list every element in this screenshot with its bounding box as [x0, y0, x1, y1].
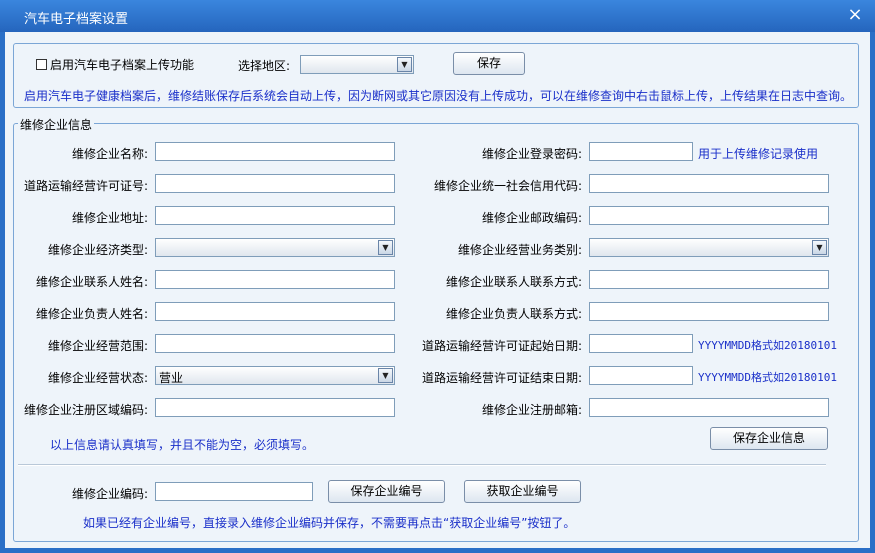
region-label: 选择地区:: [238, 59, 291, 73]
chevron-down-icon[interactable]: ▼: [378, 368, 393, 383]
field-label: 维修企业经营范围:: [47, 339, 148, 353]
title-bar[interactable]: 汽车电子档案设置 ×: [0, 0, 875, 32]
field-input[interactable]: [589, 142, 693, 161]
field-label: 维修企业经济类型:: [47, 243, 148, 257]
field-label: 维修企业名称:: [71, 147, 148, 161]
field-label: 道路运输经营许可证结束日期:: [421, 371, 582, 385]
enable-upload-checkbox[interactable]: 启用汽车电子档案上传功能: [36, 57, 195, 72]
field-label: 维修企业联系人姓名:: [35, 275, 148, 289]
company-code-label: 维修企业编码:: [71, 487, 148, 501]
field-label: 维修企业邮政编码:: [481, 211, 582, 225]
save-company-code-button[interactable]: 保存企业编号: [328, 480, 445, 503]
field-label: 维修企业经营业务类别:: [457, 243, 582, 257]
field-input[interactable]: [155, 270, 395, 289]
field-input[interactable]: [155, 174, 395, 193]
field-input[interactable]: [589, 334, 693, 353]
field-input[interactable]: [589, 302, 829, 321]
field-select[interactable]: 营业 ▼: [155, 366, 395, 385]
field-label: 维修企业统一社会信用代码:: [433, 179, 582, 193]
field-input[interactable]: [589, 366, 693, 385]
field-label: 维修企业注册区域编码:: [23, 403, 148, 417]
field-label: 维修企业登录密码:: [481, 147, 582, 161]
required-note: 以上信息请认真填写，并且不能为空，必须填写。: [50, 438, 315, 452]
region-select[interactable]: ▼: [300, 55, 414, 74]
upload-save-button[interactable]: 保存: [453, 52, 525, 75]
field-hint: YYYYMMDD格式如20180101: [698, 339, 837, 352]
chevron-down-icon[interactable]: ▼: [378, 240, 393, 255]
field-input[interactable]: [589, 206, 829, 225]
field-label: 维修企业联系人联系方式:: [445, 275, 582, 289]
separator: [18, 464, 826, 466]
field-input[interactable]: [589, 398, 829, 417]
get-company-code-button[interactable]: 获取企业编号: [464, 480, 581, 503]
checkbox-box-icon[interactable]: [36, 58, 47, 70]
field-label: 维修企业负责人姓名:: [35, 307, 148, 321]
field-input[interactable]: [155, 398, 395, 417]
field-hint: YYYYMMDD格式如20180101: [698, 371, 837, 384]
field-input[interactable]: [155, 142, 395, 161]
save-company-info-button[interactable]: 保存企业信息: [710, 427, 828, 450]
field-input[interactable]: [589, 270, 829, 289]
field-input[interactable]: [155, 302, 395, 321]
window-title: 汽车电子档案设置: [24, 12, 129, 27]
company-code-note: 如果已经有企业编号，直接录入维修企业编码并保存，不需要再点击“获取企业编号”按钮…: [83, 516, 576, 530]
field-label: 维修企业负责人联系方式:: [445, 307, 582, 321]
field-label: 道路运输经营许可证号:: [23, 179, 148, 193]
field-label: 维修企业经营状态:: [47, 371, 148, 385]
close-icon[interactable]: ×: [845, 5, 865, 25]
company-legend: 维修企业信息: [18, 116, 95, 133]
field-input[interactable]: [589, 174, 829, 193]
chevron-down-icon[interactable]: ▼: [397, 57, 412, 72]
field-select[interactable]: ▼: [155, 238, 395, 257]
upload-note: 启用汽车电子健康档案后，维修结账保存后系统会自动上传，因为断网或其它原因没有上传…: [24, 89, 853, 103]
field-value: 营业: [159, 371, 184, 385]
field-input[interactable]: [155, 334, 395, 353]
field-select[interactable]: ▼: [589, 238, 829, 257]
enable-upload-label: 启用汽车电子档案上传功能: [50, 57, 195, 72]
field-label: 维修企业注册邮箱:: [481, 403, 582, 417]
field-label: 维修企业地址:: [71, 211, 148, 225]
field-input[interactable]: [155, 206, 395, 225]
chevron-down-icon[interactable]: ▼: [812, 240, 827, 255]
field-hint: 用于上传维修记录使用: [698, 147, 819, 161]
company-code-input[interactable]: [155, 482, 313, 501]
field-label: 道路运输经营许可证起始日期:: [421, 339, 582, 353]
